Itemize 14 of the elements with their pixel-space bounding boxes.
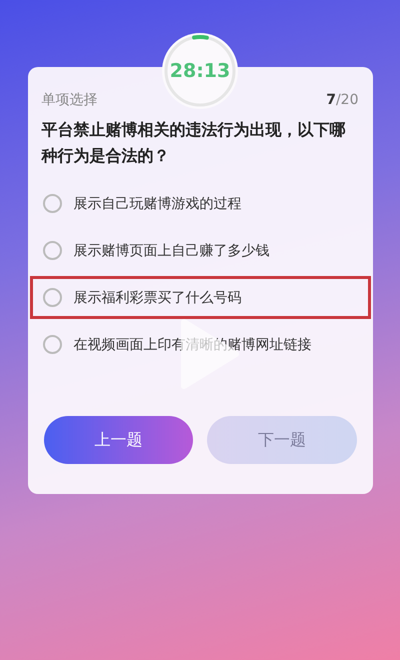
previous-button[interactable]: 上一题: [44, 416, 193, 464]
option-text: 展示自己玩赌博游戏的过程: [74, 194, 242, 213]
question-type: 单项选择: [42, 91, 98, 109]
option-text: 展示赌博页面上自己赚了多少钱: [74, 242, 270, 260]
timer-text: 28:13: [170, 60, 230, 82]
answer-option[interactable]: 展示赌博页面上自己赚了多少钱: [30, 229, 370, 272]
radio-button[interactable]: [42, 241, 62, 260]
radio-button[interactable]: [42, 288, 62, 308]
option-text: 展示福利彩票买了什么号码: [74, 288, 242, 307]
question-text: 平台禁止赌博相关的违法行为出现，以下哪种行为是合法的？: [42, 119, 346, 167]
answer-option[interactable]: 展示自己玩赌博游戏的过程: [30, 182, 370, 226]
radio-button[interactable]: [42, 335, 62, 354]
highlighted-option[interactable]: 展示福利彩票买了什么号码: [30, 276, 370, 320]
radio-button[interactable]: [42, 194, 62, 214]
